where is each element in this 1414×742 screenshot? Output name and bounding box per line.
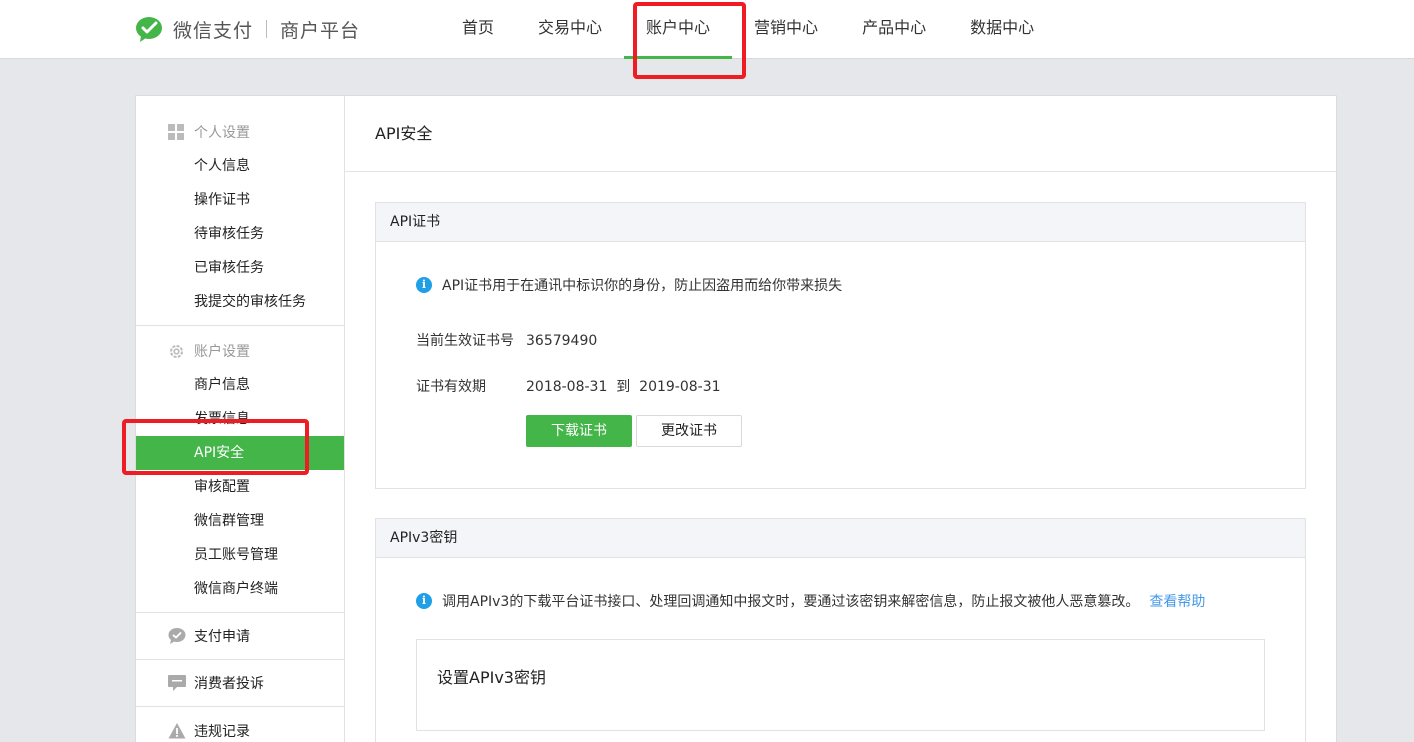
nav-marketing[interactable]: 营销中心	[732, 0, 840, 59]
top-navigation-bar: 微信支付 商户平台 首页 交易中心 账户中心 营销中心 产品中心 数据中心	[0, 0, 1414, 59]
validity-row: 证书有效期 2018-08-31 到 2019-08-31	[416, 376, 721, 396]
sidebar-item-reviewed-tasks[interactable]: 已审核任务	[136, 251, 344, 285]
validity-period: 2018-08-31 到 2019-08-31	[526, 379, 721, 395]
main-panel: 个人设置 个人信息 操作证书 待审核任务 已审核任务 我提交的审核任务 账户设置…	[135, 95, 1337, 742]
card-title: API证书	[376, 203, 1305, 242]
sidebar-item-wechat-group[interactable]: 微信群管理	[136, 504, 344, 538]
sidebar-group-personal: 个人设置 个人信息 操作证书 待审核任务 已审核任务 我提交的审核任务	[136, 115, 344, 326]
gear-icon	[168, 343, 185, 360]
sidebar-group-title: 账户设置	[136, 334, 344, 368]
apiv3-tip: i 调用APIv3的下载平台证书接口、处理回调通知中报文时，要通过该密钥来解密信…	[416, 591, 1205, 611]
apiv3-key-card: APIv3密钥 i 调用APIv3的下载平台证书接口、处理回调通知中报文时，要通…	[375, 518, 1306, 742]
sidebar-item-review-config[interactable]: 审核配置	[136, 470, 344, 504]
message-icon	[168, 674, 186, 692]
nav-account-center[interactable]: 账户中心	[624, 0, 733, 59]
nav-transactions[interactable]: 交易中心	[516, 0, 624, 59]
wechat-pay-logo[interactable]: 微信支付 商户平台	[135, 14, 360, 44]
sidebar-item-invoice-info[interactable]: 发票信息	[136, 402, 344, 436]
download-cert-button[interactable]: 下载证书	[526, 415, 632, 447]
cert-number: 36579490	[526, 333, 598, 349]
field-label: 证书有效期	[416, 379, 486, 395]
nav-products[interactable]: 产品中心	[840, 0, 948, 59]
info-icon: i	[416, 593, 432, 609]
logo-divider	[266, 20, 268, 38]
info-icon: i	[416, 277, 432, 293]
tip-text: API证书用于在通讯中标识你的身份，防止因盗用而给你带来损失	[442, 278, 843, 294]
grid-icon	[168, 123, 185, 141]
page-title: API安全	[345, 96, 1336, 172]
main-nav: 首页 交易中心 账户中心 营销中心 产品中心 数据中心	[440, 0, 1056, 59]
sidebar-group-account: 账户设置 商户信息 发票信息 API安全 审核配置 微信群管理 员工账号管理 微…	[136, 334, 344, 613]
cert-tip: i API证书用于在通讯中标识你的身份，防止因盗用而给你带来损失	[416, 275, 842, 295]
help-link[interactable]: 查看帮助	[1149, 591, 1205, 611]
sidebar-item-pending-tasks[interactable]: 待审核任务	[136, 217, 344, 251]
api-cert-card: API证书 i API证书用于在通讯中标识你的身份，防止因盗用而给你带来损失 当…	[375, 202, 1306, 489]
card-title: APIv3密钥	[376, 519, 1305, 558]
sidebar-item-label: 违规记录	[194, 723, 250, 740]
sidebar-group-label: 个人设置	[194, 125, 250, 141]
sidebar-item-label: 支付申请	[194, 629, 250, 645]
nav-home[interactable]: 首页	[440, 0, 516, 59]
change-cert-button[interactable]: 更改证书	[636, 415, 742, 447]
field-label: 当前生效证书号	[416, 333, 514, 349]
wechat-pay-logo-icon	[135, 15, 165, 43]
sidebar-item-merchant-info[interactable]: 商户信息	[136, 368, 344, 402]
sidebar-item-staff-accounts[interactable]: 员工账号管理	[136, 538, 344, 572]
pay-apply-icon	[168, 627, 186, 645]
sidebar-group-label: 账户设置	[194, 344, 250, 360]
set-key-label: 设置APIv3密钥	[437, 668, 546, 687]
sidebar-item-complaints[interactable]: 消费者投诉	[136, 660, 344, 707]
tip-text: 调用APIv3的下载平台证书接口、处理回调通知中报文时，要通过该密钥来解密信息，…	[442, 594, 1140, 610]
warning-icon	[168, 722, 186, 740]
sidebar-group-title: 个人设置	[136, 115, 344, 149]
set-apiv3-key-box[interactable]: 设置APIv3密钥	[416, 639, 1265, 731]
sidebar-item-personal-info[interactable]: 个人信息	[136, 149, 344, 183]
current-cert-row: 当前生效证书号 36579490	[416, 330, 597, 350]
sidebar-item-submitted-tasks[interactable]: 我提交的审核任务	[136, 285, 344, 319]
sidebar-item-label: 消费者投诉	[194, 676, 264, 692]
sidebar: 个人设置 个人信息 操作证书 待审核任务 已审核任务 我提交的审核任务 账户设置…	[136, 96, 345, 742]
sidebar-item-operation-cert[interactable]: 操作证书	[136, 183, 344, 217]
nav-data[interactable]: 数据中心	[948, 0, 1056, 59]
platform-name: 商户平台	[280, 19, 361, 42]
sidebar-item-pay-apply[interactable]: 支付申请	[136, 613, 344, 660]
content-area: API安全 API证书 i API证书用于在通讯中标识你的身份，防止因盗用而给你…	[345, 96, 1336, 742]
sidebar-item-merchant-terminal[interactable]: 微信商户终端	[136, 572, 344, 606]
sidebar-item-violations[interactable]: 违规记录	[136, 707, 344, 742]
sidebar-item-api-security[interactable]: API安全	[136, 436, 344, 470]
brand-name: 微信支付	[173, 19, 254, 42]
